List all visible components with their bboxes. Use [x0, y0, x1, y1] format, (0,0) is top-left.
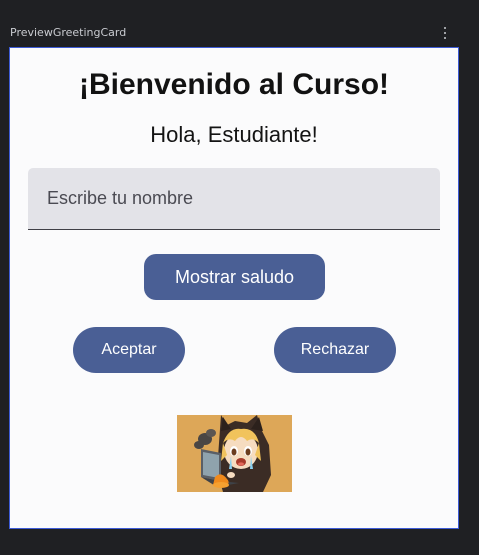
preview-canvas: ¡Bienvenido al Curso! Hola, Estudiante! … [9, 47, 459, 529]
name-input[interactable] [28, 168, 440, 229]
greeting-text: Hola, Estudiante! [150, 122, 318, 147]
preview-toolbar: PreviewGreetingCard [0, 0, 479, 48]
reject-button[interactable]: Rechazar [274, 327, 396, 373]
preview-title: PreviewGreetingCard [10, 26, 127, 39]
more-vert-icon[interactable] [438, 25, 452, 41]
accept-button[interactable]: Aceptar [73, 327, 185, 373]
show-greeting-button[interactable]: Mostrar saludo [144, 254, 325, 300]
page-title: ¡Bienvenido al Curso! [78, 68, 390, 101]
name-field[interactable] [28, 168, 440, 230]
anime-illustration-image [177, 415, 292, 492]
